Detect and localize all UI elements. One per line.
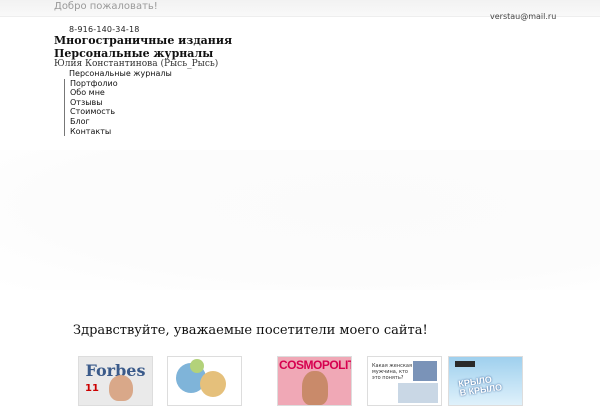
thumbnail-krylo-header: [455, 361, 475, 367]
thumbnail-cosmopolitan-masthead: COSMOPOLITAN: [279, 358, 351, 372]
site-title[interactable]: Многостраничные издания Персональные жур…: [54, 34, 232, 60]
greeting-heading: Здравствуйте, уважаемые посетители моего…: [73, 323, 428, 338]
thumbnail-newspaper-headline: Какая женская мужчина, кто это понять?: [372, 363, 412, 381]
menu-item-blog[interactable]: Блог: [64, 116, 172, 127]
thumbnail-newspaper-photo2: [398, 383, 438, 403]
thumbnail-krylo-masthead: КРЫЛО В КРЫЛО: [458, 374, 503, 397]
phone-number: 8-916-140-34-18: [69, 25, 140, 34]
collage-circle-beach: [200, 371, 226, 397]
thumbnail-newspaper[interactable]: Какая женская мужчина, кто это понять?: [367, 356, 442, 406]
thumbnail-forbes[interactable]: Forbes 11: [78, 356, 153, 406]
collage-circle-logo: [190, 359, 204, 373]
welcome-text: Добро пожаловать!: [54, 1, 158, 12]
email-link[interactable]: verstau@mail.ru: [490, 12, 556, 21]
thumbnail-cosmopolitan[interactable]: COSMOPOLITAN: [277, 356, 352, 406]
hero-banner: [0, 150, 600, 290]
menu-item-reviews[interactable]: Отзывы: [64, 97, 172, 108]
thumbnail-forbes-portrait: [109, 375, 133, 401]
menu-item-pricing[interactable]: Стоимость: [64, 107, 172, 117]
thumbnail-forbes-number: 11: [85, 383, 99, 394]
main-menu: Персональные журналы Портфолио Обо мне О…: [64, 69, 172, 137]
thumbnail-travel-collage[interactable]: [167, 356, 242, 406]
site-title-line1: Многостраничные издания: [54, 34, 233, 47]
thumbnail-krylo[interactable]: КРЫЛО В КРЫЛО: [448, 356, 523, 406]
menu-item-contacts[interactable]: Контакты: [64, 126, 172, 137]
thumbnail-newspaper-photo: [413, 361, 437, 381]
site-owner: Юлия Константинова (Рысь_Рысь): [54, 59, 219, 69]
menu-item-personal-magazines[interactable]: Персональные журналы: [64, 69, 172, 79]
menu-item-portfolio[interactable]: Портфолио: [64, 78, 172, 89]
menu-item-about[interactable]: Обо мне: [64, 88, 172, 98]
